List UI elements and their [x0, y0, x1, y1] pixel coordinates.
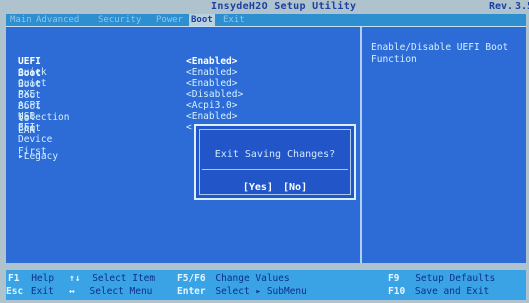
f10-key: F10 — [388, 286, 406, 297]
yes-button[interactable]: [Yes] — [241, 182, 275, 193]
leftright-arrows-icon: ↔ — [69, 286, 75, 297]
esc-key: Esc — [6, 286, 24, 297]
key-help-footer: F1 Help Esc Exit ↑↓ Select Item ↔ Select… — [6, 270, 526, 300]
submenu-label: ▸Legacy — [18, 151, 59, 162]
f9-key: F9 — [388, 273, 400, 284]
key-help-updown: ↑↓ Select Item — [69, 273, 155, 284]
key-help-leftright: ↔ Select Menu — [69, 286, 152, 297]
key-help-esc: Esc Exit — [6, 286, 54, 297]
updown-desc: Select Item — [92, 273, 156, 284]
key-help-f10: F10 Save and Exit — [388, 286, 489, 297]
f1-key: F1 — [8, 273, 20, 284]
enter-key: Enter — [177, 286, 206, 297]
tab-boot[interactable]: Boot — [189, 14, 215, 26]
key-help-f9: F9 Setup Defaults — [388, 273, 495, 284]
revision-label: Rev. — [489, 1, 514, 12]
tab-advanced[interactable]: Advanced — [36, 14, 79, 26]
exit-confirm-dialog: Exit Saving Changes? [Yes] [No] — [194, 124, 356, 200]
title-bar: InsydeH2O Setup Utility Rev. 3.5 — [6, 1, 529, 12]
key-help-f1: F1 Help — [8, 273, 54, 284]
tab-main[interactable]: Main — [10, 14, 32, 26]
bios-screen: InsydeH2O Setup Utility Rev. 3.5 Main Ad… — [0, 0, 529, 303]
dialog-separator — [202, 169, 348, 170]
panel-divider — [360, 27, 362, 263]
leftright-desc: Select Menu — [89, 286, 153, 297]
f5f6-desc: Change Values — [215, 273, 290, 284]
enter-desc: Select ▸ SubMenu — [215, 286, 307, 297]
app-title: InsydeH2O Setup Utility — [211, 1, 357, 12]
f9-desc: Setup Defaults — [415, 273, 496, 284]
key-help-enter: Enter Select ▸ SubMenu — [177, 286, 307, 297]
f10-desc: Save and Exit — [414, 286, 490, 297]
tab-exit[interactable]: Exit — [223, 14, 245, 26]
dialog-buttons: [Yes] [No] — [196, 182, 354, 193]
setting-value[interactable]: < — [186, 122, 192, 134]
esc-desc: Exit — [30, 286, 54, 297]
updown-arrows-icon: ↑↓ — [69, 273, 81, 284]
dialog-message: Exit Saving Changes? — [214, 149, 336, 160]
tab-security[interactable]: Security — [98, 14, 141, 26]
no-button[interactable]: [No] — [281, 182, 309, 193]
menu-tab-bar: Main Advanced Security Power Boot Exit — [6, 14, 526, 26]
help-text: Enable/Disable UEFI Boot Function — [371, 42, 509, 65]
key-help-f5f6: F5/F6 Change Values — [177, 273, 290, 284]
f5f6-key: F5/F6 — [177, 273, 206, 284]
tab-power[interactable]: Power — [156, 14, 183, 26]
setting-value[interactable]: <Enabled> — [186, 111, 237, 123]
f1-desc: Help — [31, 273, 55, 284]
revision-value: 3.5 — [515, 1, 529, 12]
